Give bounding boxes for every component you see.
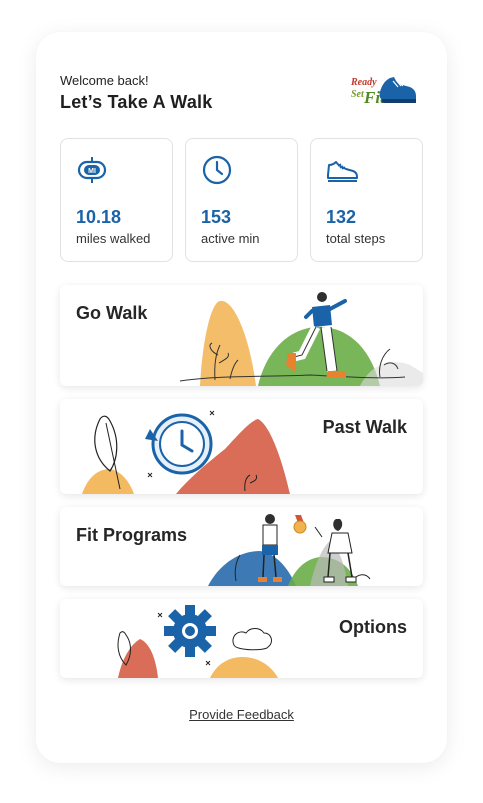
clock-icon: [202, 155, 232, 185]
fit-programs-label: Fit Programs: [76, 525, 188, 545]
past-walk-card[interactable]: Past Walk: [60, 399, 423, 494]
sneaker-icon: [327, 161, 358, 182]
fitness-people-illustration: [208, 514, 371, 586]
svg-text:MI: MI: [88, 168, 96, 175]
past-walk-label: Past Walk: [322, 417, 407, 437]
steps-value: 132: [326, 207, 357, 227]
stat-card-steps: 132 total steps: [310, 138, 423, 262]
fit-programs-card[interactable]: Fit Programs: [60, 507, 423, 586]
options-illustration: [117, 605, 278, 678]
options-card[interactable]: Options: [60, 599, 423, 678]
welcome-text: Welcome back!: [60, 73, 149, 88]
svg-text:Set: Set: [351, 89, 365, 100]
page-title: Let’s Take A Walk: [60, 92, 213, 112]
steps-label: total steps: [326, 231, 386, 246]
history-clock-icon: [145, 413, 213, 475]
stat-card-active-min: 153 active min: [185, 138, 298, 262]
go-walk-card[interactable]: Go Walk: [60, 285, 423, 386]
active-min-value: 153: [201, 207, 232, 227]
go-walk-label: Go Walk: [76, 303, 148, 323]
gear-icon: [164, 605, 216, 657]
options-label: Options: [339, 617, 407, 637]
walking-person-illustration: [179, 292, 423, 386]
medal-icon: [293, 515, 307, 534]
svg-text:Ready: Ready: [350, 77, 377, 88]
history-illustration: [82, 410, 290, 494]
miles-label: miles walked: [76, 231, 151, 246]
app-screen: Welcome back! Let’s Take A Walk Ready Se…: [36, 32, 447, 763]
sneaker-icon: [379, 77, 416, 103]
provide-feedback-link[interactable]: Provide Feedback: [36, 707, 447, 722]
mile-marker-icon: MI: [77, 157, 107, 183]
stat-card-miles: MI 10.18 miles walked: [60, 138, 173, 262]
ready-set-fit-logo: Ready Set Fit: [350, 77, 416, 107]
miles-value: 10.18: [76, 207, 122, 227]
active-min-label: active min: [201, 231, 260, 246]
